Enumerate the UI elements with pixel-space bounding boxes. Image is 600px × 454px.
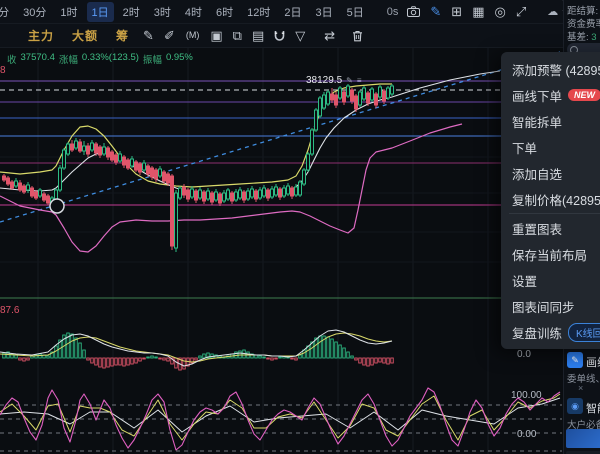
basis-value: 3 — [591, 32, 596, 43]
amplitude-value: 0.95% — [166, 52, 193, 66]
chips-button[interactable]: 筹 — [116, 27, 129, 44]
trendline-anchor — [50, 199, 64, 213]
macd-pane — [0, 330, 393, 370]
menu-item-settings[interactable]: 设置 — [501, 267, 600, 293]
menu-divider — [509, 213, 600, 214]
timeframe-1d-selected[interactable]: 1日 — [87, 2, 114, 22]
order-price-value: 38129.5 — [306, 75, 342, 86]
chart-context-menu: 添加预警 (42895.6) 画线下单NEW 智能拆单 下单 添加自选 复制价格… — [501, 52, 600, 349]
order-menu-icon[interactable]: ≡ — [357, 76, 362, 85]
trading-app: { "toolbar_top": { "timeframes": ["5分","… — [0, 0, 600, 454]
menu-item-add-watchlist[interactable]: 添加自选 — [501, 160, 600, 186]
menu-item-smart-split[interactable]: 智能拆单 — [501, 108, 600, 134]
drawing-list-icon[interactable]: ▤ — [252, 29, 264, 42]
timeframe-6h[interactable]: 6时 — [211, 2, 238, 22]
draw-order-promo-desc: 委单线、 — [567, 371, 600, 385]
timeframe-4h[interactable]: 4时 — [180, 2, 207, 22]
menu-item-replay-training[interactable]: 复盘训练K线回放 — [501, 319, 600, 345]
candlestick-series — [3, 84, 394, 252]
order-edit-icon[interactable]: ✎ — [346, 76, 353, 85]
timeframe-12h[interactable]: 12时 — [242, 2, 275, 22]
timeframe-3h[interactable]: 3时 — [149, 2, 176, 22]
sidebar-cta-button[interactable] — [566, 429, 600, 448]
menu-item-add-alert[interactable]: 添加预警 (42895.6) — [501, 56, 600, 82]
timeframe-30m[interactable]: 30分 — [18, 2, 51, 22]
large-order-button[interactable]: 大额 — [72, 27, 98, 44]
fullscreen-icon[interactable]: ⤢ — [516, 5, 526, 18]
amplitude-label: 振幅 — [143, 52, 162, 66]
candle-countdown: 0s — [387, 6, 399, 18]
draw-order-promo-icon[interactable]: ✎ — [567, 352, 583, 368]
new-badge: NEW — [568, 89, 600, 101]
freehand-pen-icon[interactable]: ✐ — [164, 29, 175, 42]
timeframe-2d[interactable]: 2日 — [279, 2, 306, 22]
smart-split-promo-icon[interactable]: ◉ — [567, 398, 583, 414]
kdj-pane — [0, 388, 562, 451]
pencil-tool-icon[interactable]: ✎ — [143, 29, 154, 42]
close-label: 收 — [7, 52, 17, 66]
replay-icon[interactable]: ◎ — [494, 5, 505, 18]
kdj-axis-min: 0.00 — [517, 429, 536, 440]
timeframe-5d[interactable]: 5日 — [342, 2, 369, 22]
kdj-axis-max: 100.00 — [511, 390, 542, 401]
switch-chart-icon[interactable]: ⇄ — [324, 29, 335, 42]
trash-icon[interactable] — [352, 30, 363, 42]
add-indicator-icon[interactable]: ⊞ — [451, 5, 462, 18]
macd-axis-zero: 0.0 — [517, 349, 531, 360]
left-axis-price-fragment: 8 — [0, 65, 6, 76]
timeframe-2h[interactable]: 2时 — [118, 2, 145, 22]
change-label: 涨幅 — [59, 52, 78, 66]
timeframe-toolbar: 5分 30分 1时 1日 2时 3时 4时 6时 12时 2日 3日 5日 0s… — [0, 0, 563, 24]
edit-pencil-icon[interactable]: ✎ — [430, 5, 441, 18]
menu-item-sync-charts[interactable]: 图表间同步 — [501, 293, 600, 319]
menu-item-reset-chart[interactable]: 重置图表 — [501, 215, 600, 241]
smart-split-promo-title[interactable]: 智能 — [586, 400, 600, 416]
macd-left-value: 87.6 — [0, 305, 19, 316]
price-line-label[interactable]: 38129.5 ✎ ≡ — [306, 75, 362, 86]
magnet-mode-icon[interactable]: (M) — [185, 30, 201, 41]
settlement-label: 距结算: — [567, 3, 598, 17]
timeframe-3d[interactable]: 3日 — [311, 2, 338, 22]
ohlc-info-row: 收 37570.4 涨幅 0.33%(123.5) 振幅 0.95% — [7, 52, 193, 66]
basis-label: 基差: 3 — [567, 29, 597, 43]
filter-icon[interactable]: ▽ — [295, 29, 305, 42]
timeframe-1h[interactable]: 1时 — [55, 2, 82, 22]
screenshot-camera-icon[interactable] — [407, 6, 420, 17]
cloud-icon: ☁ — [547, 5, 558, 18]
drawing-toolbar: 主力 大额 筹 ✎ ✐ (M) ▣ ⧉ ▤ ▽ ⇄ — [0, 24, 563, 48]
draw-order-promo-title[interactable]: 画线 — [586, 354, 600, 370]
funding-rate-label: 资金费率 — [567, 16, 600, 30]
menu-item-save-layout[interactable]: 保存当前布局 — [501, 241, 600, 267]
magnet-icon[interactable] — [274, 30, 285, 42]
timeframe-5m[interactable]: 5分 — [0, 2, 14, 22]
main-force-button[interactable]: 主力 — [28, 27, 54, 44]
close-value: 37570.4 — [21, 52, 55, 66]
menu-item-place-order[interactable]: 下单 — [501, 134, 600, 160]
kline-replay-badge: K线回放 — [568, 323, 600, 342]
lock-drawings-icon[interactable]: ▣ — [210, 29, 222, 42]
change-value: 0.33%(123.5) — [82, 52, 139, 66]
close-icon[interactable]: × — [578, 383, 583, 393]
menu-item-draw-order[interactable]: 画线下单NEW — [501, 82, 600, 108]
copy-drawing-icon[interactable]: ⧉ — [233, 29, 242, 42]
image-export-icon[interactable]: ▦ — [472, 5, 484, 18]
bollinger-bands — [0, 71, 500, 252]
menu-item-copy-price[interactable]: 复制价格(42895.6) — [501, 186, 600, 212]
